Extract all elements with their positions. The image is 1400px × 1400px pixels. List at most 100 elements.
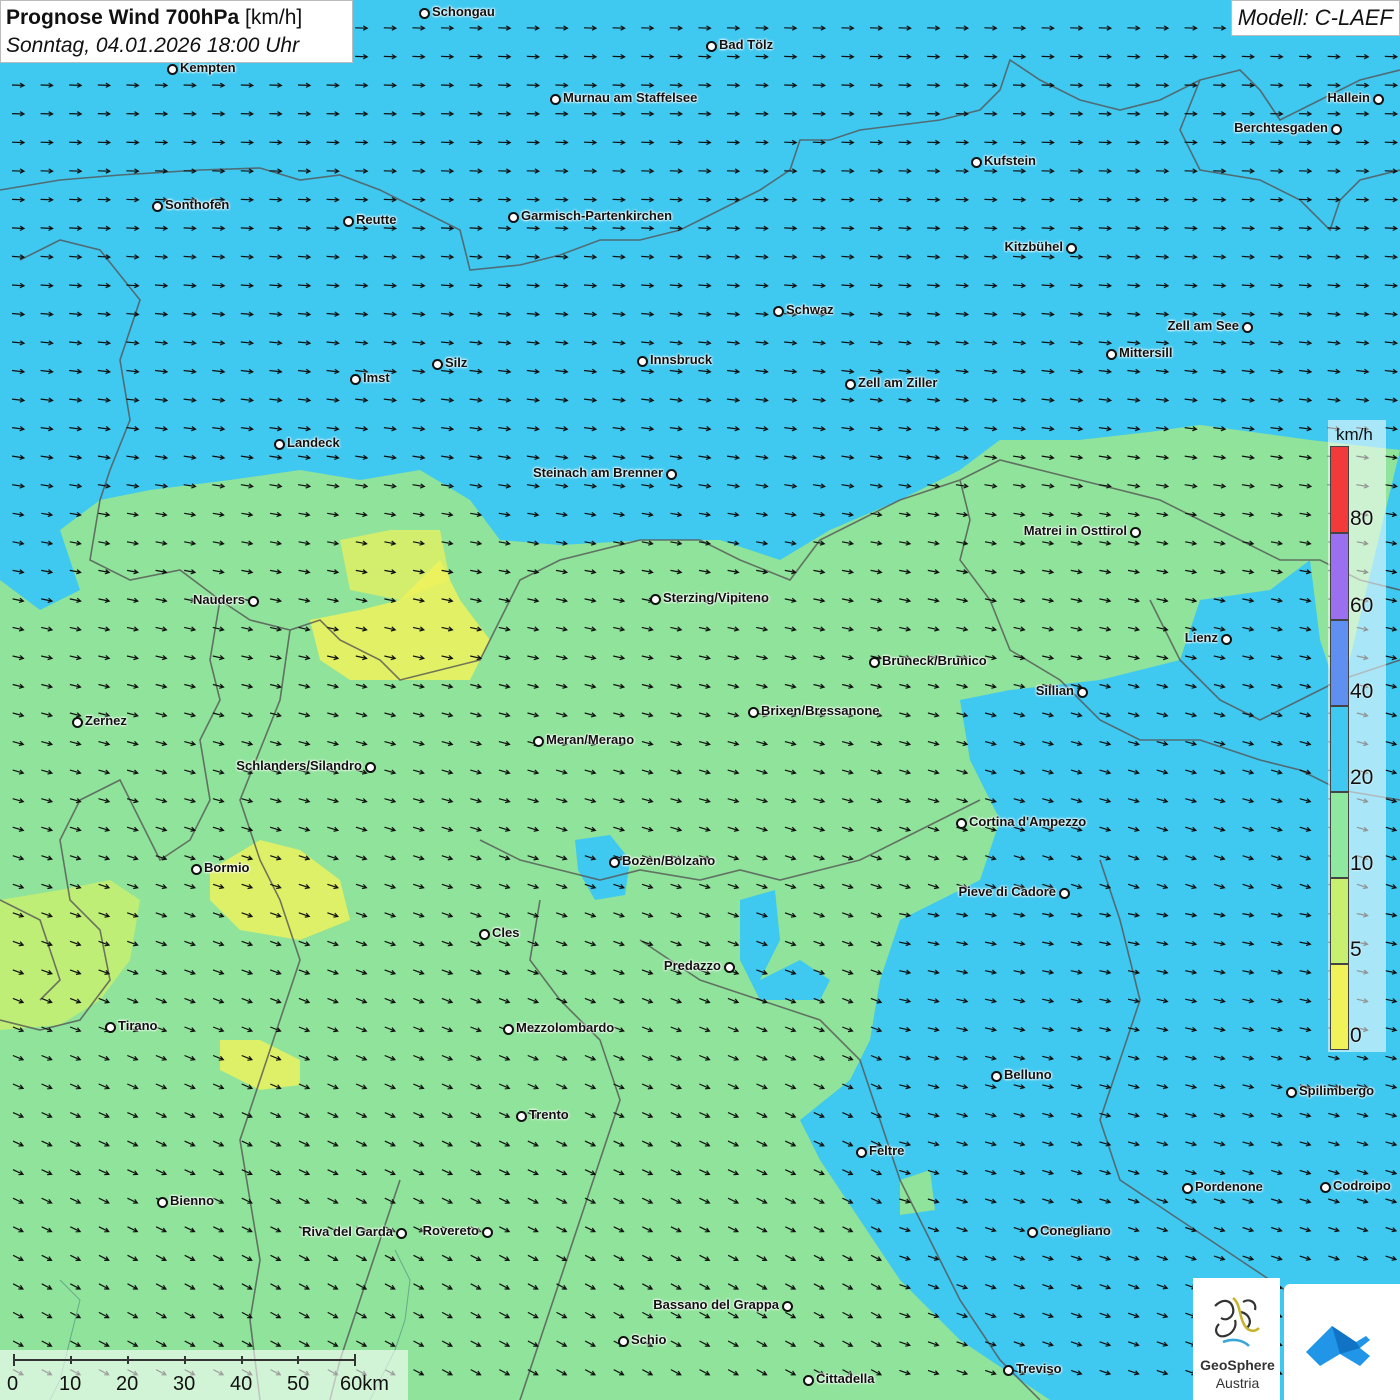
city-label-sonthofen: Sonthofen xyxy=(165,197,230,212)
legend-bar-0 xyxy=(1330,964,1349,1050)
city-label-bormio: Bormio xyxy=(204,860,250,875)
map-title: Prognose Wind 700hPa [km/h] xyxy=(6,6,303,29)
geosphere-logo-text: GeoSphere xyxy=(1200,1357,1275,1373)
legend-bar-40 xyxy=(1330,620,1349,706)
city-label-schongau: Schongau xyxy=(432,4,495,19)
city-label-kitzb-hel: Kitzbühel xyxy=(1004,239,1064,254)
city-label-imst: Imst xyxy=(363,370,390,385)
city-marker-cortina-d-ampezzo xyxy=(956,818,967,829)
legend-label: 5 xyxy=(1350,938,1362,961)
city-marker-sterzing-vipiteno xyxy=(650,594,661,605)
scale-label: 30 xyxy=(173,1373,196,1395)
city-marker-hallein xyxy=(1373,94,1384,105)
scale-label: 20 xyxy=(116,1373,139,1395)
city-marker-innsbruck xyxy=(637,356,648,367)
city-label-cles: Cles xyxy=(492,925,520,940)
city-marker-kempten xyxy=(167,64,178,75)
city-marker-pieve-di-cadore xyxy=(1059,888,1070,899)
scale-label: 0 xyxy=(7,1373,19,1395)
city-label-conegliano: Conegliano xyxy=(1040,1223,1111,1238)
city-label-steinach-am-brenner: Steinach am Brenner xyxy=(532,465,663,480)
city-label-brixen-bressanone: Brixen/Bressanone xyxy=(761,703,880,718)
city-label-cortina-d-ampezzo: Cortina d'Ampezzo xyxy=(969,814,1087,829)
city-marker-cittadella xyxy=(803,1375,814,1386)
map-date: Sonntag, 04.01.2026 18:00 Uhr xyxy=(6,34,300,57)
city-marker-mezzolombardo xyxy=(503,1024,514,1035)
city-marker-silz xyxy=(432,359,443,370)
city-marker-bienno xyxy=(157,1197,168,1208)
city-label-innsbruck: Innsbruck xyxy=(650,352,713,367)
city-marker-zell-am-see xyxy=(1242,322,1253,333)
legend-label: 80 xyxy=(1350,507,1374,530)
city-marker-lienz xyxy=(1221,634,1232,645)
city-marker-nauders xyxy=(248,596,259,607)
geosphere-logo-text-austria: Austria xyxy=(1215,1375,1260,1391)
city-label-predazzo: Predazzo xyxy=(663,958,721,973)
legend-label: 10 xyxy=(1350,852,1374,875)
city-label-bad-t-lz: Bad Tölz xyxy=(719,37,774,52)
city-label-spilimbergo: Spilimbergo xyxy=(1299,1083,1375,1098)
city-label-pieve-di-cadore: Pieve di Cadore xyxy=(958,884,1056,899)
city-marker-bruneck-brunico xyxy=(869,657,880,668)
city-marker-schio xyxy=(618,1336,629,1347)
scale-label: 10 xyxy=(59,1373,82,1395)
city-label-pordenone: Pordenone xyxy=(1195,1179,1263,1194)
city-label-codroipo: Codroipo xyxy=(1333,1178,1391,1193)
city-label-sillian: Sillian xyxy=(1035,683,1074,698)
city-label-schio: Schio xyxy=(631,1332,667,1347)
city-marker-zernez xyxy=(72,717,83,728)
city-label-bruneck-brunico: Bruneck/Brunico xyxy=(882,653,987,668)
legend-label: 0 xyxy=(1350,1024,1362,1047)
city-label-meran-merano: Meran/Merano xyxy=(546,732,635,747)
legend-bar-10 xyxy=(1330,792,1349,878)
city-marker-cles xyxy=(479,929,490,940)
legend-label: 60 xyxy=(1350,594,1374,617)
city-marker-bassano-del-grappa xyxy=(782,1301,793,1312)
city-label-riva-del-garda: Riva del Garda xyxy=(301,1224,393,1239)
legend-unit: km/h xyxy=(1336,425,1373,444)
city-marker-landeck xyxy=(274,439,285,450)
city-marker-bozen-bolzano xyxy=(609,857,620,868)
city-marker-berchtesgaden xyxy=(1331,124,1342,135)
city-marker-zell-am-ziller xyxy=(845,379,856,390)
city-label-kufstein: Kufstein xyxy=(984,153,1036,168)
city-marker-feltre xyxy=(856,1147,867,1158)
city-marker-belluno xyxy=(991,1071,1002,1082)
city-label-feltre: Feltre xyxy=(869,1143,905,1158)
city-label-belluno: Belluno xyxy=(1004,1067,1052,1082)
city-marker-steinach-am-brenner xyxy=(666,469,677,480)
city-marker-reutte xyxy=(343,216,354,227)
legend-label: 40 xyxy=(1350,680,1374,703)
city-marker-trento xyxy=(516,1111,527,1122)
city-marker-treviso xyxy=(1003,1365,1014,1376)
city-marker-schlanders-silandro xyxy=(365,762,376,773)
city-marker-tirano xyxy=(105,1022,116,1033)
city-label-zell-am-see: Zell am See xyxy=(1167,318,1239,333)
city-label-zernez: Zernez xyxy=(85,713,127,728)
title-box: Prognose Wind 700hPa [km/h] Sonntag, 04.… xyxy=(0,0,353,63)
city-marker-kufstein xyxy=(971,157,982,168)
city-marker-riva-del-garda xyxy=(396,1228,407,1239)
city-label-bozen-bolzano: Bozen/Bolzano xyxy=(622,853,716,868)
city-label-nauders: Nauders xyxy=(192,592,245,607)
city-label-reutte: Reutte xyxy=(356,212,397,227)
city-marker-codroipo xyxy=(1320,1182,1331,1193)
city-label-hallein: Hallein xyxy=(1327,90,1370,105)
city-marker-imst xyxy=(350,374,361,385)
city-marker-mittersill xyxy=(1106,349,1117,360)
legend-bar-80 xyxy=(1330,446,1349,533)
city-marker-sonthofen xyxy=(152,201,163,212)
city-label-schlanders-silandro: Schlanders/Silandro xyxy=(236,758,362,773)
scale-label: 60km xyxy=(340,1373,389,1395)
city-label-schwaz: Schwaz xyxy=(786,302,834,317)
scale-label: 50 xyxy=(287,1373,310,1395)
city-marker-schongau xyxy=(419,8,430,19)
legend-bar-20 xyxy=(1330,706,1349,792)
city-label-mittersill: Mittersill xyxy=(1119,345,1173,360)
city-marker-pordenone xyxy=(1182,1183,1193,1194)
city-marker-meran-merano xyxy=(533,736,544,747)
city-label-zell-am-ziller: Zell am Ziller xyxy=(858,375,938,390)
model-label: Modell: C-LAEF xyxy=(1230,0,1400,36)
city-marker-conegliano xyxy=(1027,1227,1038,1238)
city-marker-brixen-bressanone xyxy=(748,707,759,718)
